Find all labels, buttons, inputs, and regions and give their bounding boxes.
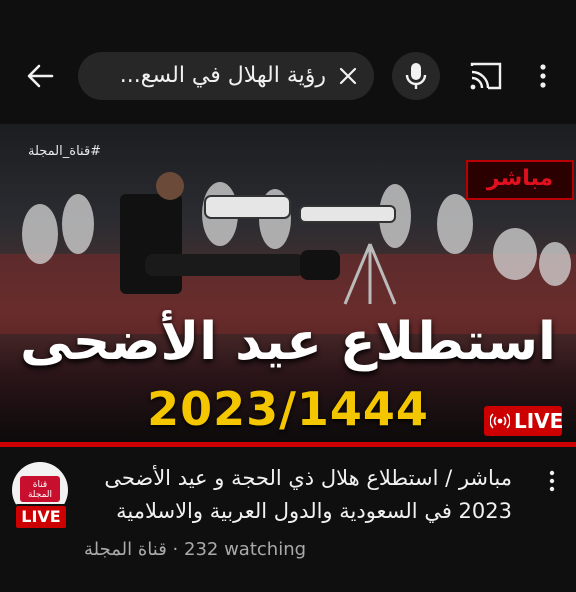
meta-separator: · [172,539,179,560]
channel-logo-text: قناة المجلة [27,480,53,500]
more-vert-icon[interactable] [530,58,556,94]
channel-name[interactable]: قناة المجلة [84,539,167,560]
voice-search-button[interactable] [392,52,440,100]
live-badge-label: LIVE [514,409,564,433]
mic-icon [405,63,427,89]
watching-count: 232 watching [184,539,307,560]
top-app-bar: رؤية الهلال في السع... [0,0,576,124]
back-arrow-icon[interactable] [22,58,58,94]
close-icon[interactable] [334,62,362,90]
live-badge: LIVE [484,406,564,436]
live-label-arabic: مباشر [466,160,574,200]
avatar-live-badge: LIVE [14,504,68,530]
video-title[interactable]: مباشر / استطلاع هلال ذي الحجة و عيد الأض… [84,462,512,528]
channel-watermark: #قناة_المجلة [28,144,102,159]
live-progress-bar [0,442,576,447]
video-meta: قناة المجلة · 232 watching [84,538,404,562]
live-broadcast-icon [490,413,510,429]
search-input[interactable]: رؤية الهلال في السع... [116,60,326,92]
cast-icon[interactable] [468,60,504,92]
more-vert-icon[interactable] [544,466,560,496]
video-thumbnail[interactable]: #قناة_المجلة مباشر استطلاع عيد الأضحى 20… [0,124,576,446]
thumbnail-headline: استطلاع عيد الأضحى [20,312,556,372]
